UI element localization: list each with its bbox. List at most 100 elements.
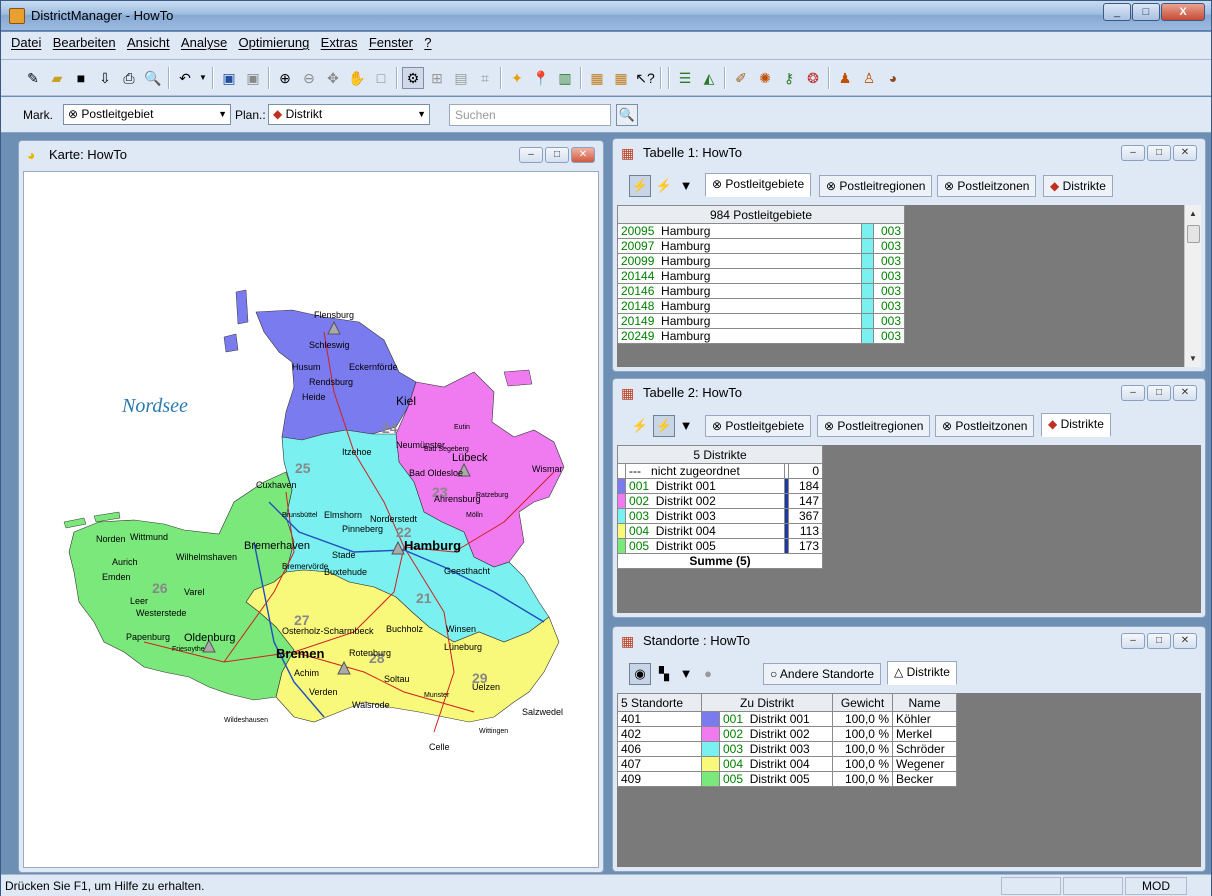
sync-icon[interactable]: ⚡ (629, 175, 651, 197)
mark-combo[interactable]: ⊗ Postleitgebiet ▼ (63, 104, 231, 125)
table1-table[interactable]: 984 Postleitgebiete 20095 Hamburg 003 200… (617, 205, 905, 344)
tab-postleitgebiete[interactable]: ⊗ Postleitgebiete (705, 173, 812, 197)
table-row[interactable]: Summe (5) (617, 553, 823, 569)
filter-icon[interactable]: ▼ (675, 415, 697, 437)
save-icon[interactable]: ■ (70, 67, 92, 89)
table-icon[interactable]: ▤ (450, 67, 472, 89)
map-close-button[interactable]: ✕ (571, 147, 595, 163)
menu-ansicht[interactable]: Ansicht (127, 32, 170, 54)
select-area-icon[interactable]: ▣ (242, 67, 264, 89)
menu-datei[interactable]: Datei (11, 32, 41, 54)
menu-fenster[interactable]: Fenster (369, 32, 413, 54)
tab-distrikte[interactable]: △ Distrikte (887, 661, 957, 685)
tab-postleitregionen[interactable]: ⊗ Postleitregionen (817, 415, 931, 437)
filter-icon[interactable]: ▼ (675, 663, 697, 685)
palette-icon[interactable]: ◕ (882, 67, 904, 89)
table-row[interactable]: 20249 Hamburg 003 (617, 328, 905, 344)
export-icon[interactable]: ⇩ (94, 67, 116, 89)
table1-maximize-button[interactable]: □ (1147, 145, 1171, 161)
zoom-full-icon[interactable]: ✥ (322, 67, 344, 89)
table-row[interactable]: 005 Distrikt 005 173 (617, 538, 824, 554)
table-row[interactable]: 20095 Hamburg 003 (617, 223, 905, 239)
menu-optimierung[interactable]: Optimierung (239, 32, 310, 54)
key-icon[interactable]: ⚷ (778, 67, 800, 89)
undo-dropdown-icon[interactable]: ▼ (198, 67, 208, 89)
tab-distrikte[interactable]: ◆ Distrikte (1043, 175, 1113, 197)
sync-icon[interactable]: ⚡ (629, 415, 651, 437)
select-tool-icon[interactable]: ▣ (218, 67, 240, 89)
table1-scrollbar[interactable]: ▲ ▼ (1184, 205, 1201, 367)
table1-close-button[interactable]: ✕ (1173, 145, 1197, 161)
scroll-down-icon[interactable]: ▼ (1189, 354, 1197, 363)
table1-minimize-button[interactable]: – (1121, 145, 1145, 161)
table-row[interactable]: 003 Distrikt 003 367 (617, 508, 824, 524)
table-row[interactable]: 402 002 Distrikt 002 100,0 % Merkel (617, 726, 957, 742)
marker-icon[interactable]: ✦ (506, 67, 528, 89)
menu-extras[interactable]: Extras (321, 32, 358, 54)
table-row[interactable]: 20149 Hamburg 003 (617, 313, 905, 329)
table-row[interactable]: 20146 Hamburg 003 (617, 283, 905, 299)
table-row[interactable]: 401 001 Distrikt 001 100,0 % Köhler (617, 711, 957, 727)
scroll-thumb[interactable] (1187, 225, 1200, 243)
standorte-table[interactable]: 5 Standorte Zu Distrikt Gewicht Name 401… (617, 693, 957, 787)
table-row[interactable]: 20148 Hamburg 003 (617, 298, 905, 314)
context-help-icon[interactable]: ↖? (634, 67, 656, 89)
chart-tool-icon[interactable]: ▥ (554, 67, 576, 89)
menu-help[interactable]: ? (424, 32, 431, 54)
optimize-icon[interactable]: ❂ (802, 67, 824, 89)
table-row[interactable]: 409 005 Distrikt 005 100,0 % Becker (617, 771, 957, 787)
tab-andere-standorte[interactable]: ○ Andere Standorte (763, 663, 881, 685)
map-canvas[interactable]: Nordsee 24 25 22 23 26 27 21 28 29 Flens… (23, 171, 599, 868)
print-icon[interactable]: ⎙ (118, 67, 140, 89)
assign-location-icon[interactable]: ▚ (653, 663, 675, 685)
table-new-icon[interactable]: ▦ (610, 67, 632, 89)
standorte-maximize-button[interactable]: □ (1147, 633, 1171, 649)
print-preview-icon[interactable]: 🔍 (142, 67, 164, 89)
standorte-close-button[interactable]: ✕ (1173, 633, 1197, 649)
person-icon[interactable]: ♟ (834, 67, 856, 89)
minimize-button[interactable]: _ (1103, 3, 1131, 21)
filter-icon[interactable]: ▼ (675, 175, 697, 197)
table2-table[interactable]: 5 Distrikte --- nicht zugeordnet 0 001 Di… (617, 445, 824, 569)
tab-postleitgebiete[interactable]: ⊗ Postleitgebiete (705, 415, 812, 437)
standorte-minimize-button[interactable]: – (1121, 633, 1145, 649)
map-minimize-button[interactable]: – (519, 147, 543, 163)
map-maximize-button[interactable]: □ (545, 147, 569, 163)
assign-icon[interactable]: ⚙ (402, 67, 424, 89)
ruler-icon[interactable]: ✐ (730, 67, 752, 89)
table-row[interactable]: 20144 Hamburg 003 (617, 268, 905, 284)
table1-header[interactable]: 984 Postleitgebiete (617, 205, 905, 224)
locations-icon[interactable]: ♙ (858, 67, 880, 89)
map-svg[interactable] (24, 172, 599, 868)
table-row[interactable]: 406 003 Distrikt 003 100,0 % Schröder (617, 741, 957, 757)
pin-icon[interactable]: 📍 (530, 67, 552, 89)
eye-icon[interactable]: ◉ (629, 663, 651, 685)
close-button[interactable]: X (1161, 3, 1205, 21)
table2-maximize-button[interactable]: □ (1147, 385, 1171, 401)
table-row[interactable]: 407 004 Distrikt 004 100,0 % Wegener (617, 756, 957, 772)
col-gewicht[interactable]: Gewicht (832, 693, 893, 712)
target-icon[interactable]: ✺ (754, 67, 776, 89)
table-row[interactable]: --- nicht zugeordnet 0 (617, 463, 824, 479)
rectangle-icon[interactable]: □ (370, 67, 392, 89)
list-icon[interactable]: ☰ (674, 67, 696, 89)
col-name[interactable]: Name (892, 693, 957, 712)
filter-sync-icon[interactable]: ⚡ (653, 415, 675, 437)
table-row[interactable]: 20097 Hamburg 003 (617, 238, 905, 254)
tab-postleitzonen[interactable]: ⊗ Postleitzonen (935, 415, 1035, 437)
menu-bearbeiten[interactable]: Bearbeiten (53, 32, 116, 54)
grid-icon[interactable]: ⊞ (426, 67, 448, 89)
tab-distrikte[interactable]: ◆ Distrikte (1041, 413, 1111, 437)
new-icon[interactable]: ✎ (22, 67, 44, 89)
tab-postleitzonen[interactable]: ⊗ Postleitzonen (937, 175, 1037, 197)
table-row[interactable]: 001 Distrikt 001 184 (617, 478, 824, 494)
plan-combo[interactable]: ◆ Distrikt ▼ (268, 104, 430, 125)
menu-analyse[interactable]: Analyse (181, 32, 227, 54)
col-standorte[interactable]: 5 Standorte (617, 693, 702, 712)
search-input[interactable]: Suchen (449, 104, 611, 126)
tab-postleitregionen[interactable]: ⊗ Postleitregionen (819, 175, 933, 197)
scroll-up-icon[interactable]: ▲ (1189, 209, 1197, 218)
pan-hand-icon[interactable]: ✋ (346, 67, 368, 89)
table2-close-button[interactable]: ✕ (1173, 385, 1197, 401)
zoom-out-icon[interactable]: ⊖ (298, 67, 320, 89)
